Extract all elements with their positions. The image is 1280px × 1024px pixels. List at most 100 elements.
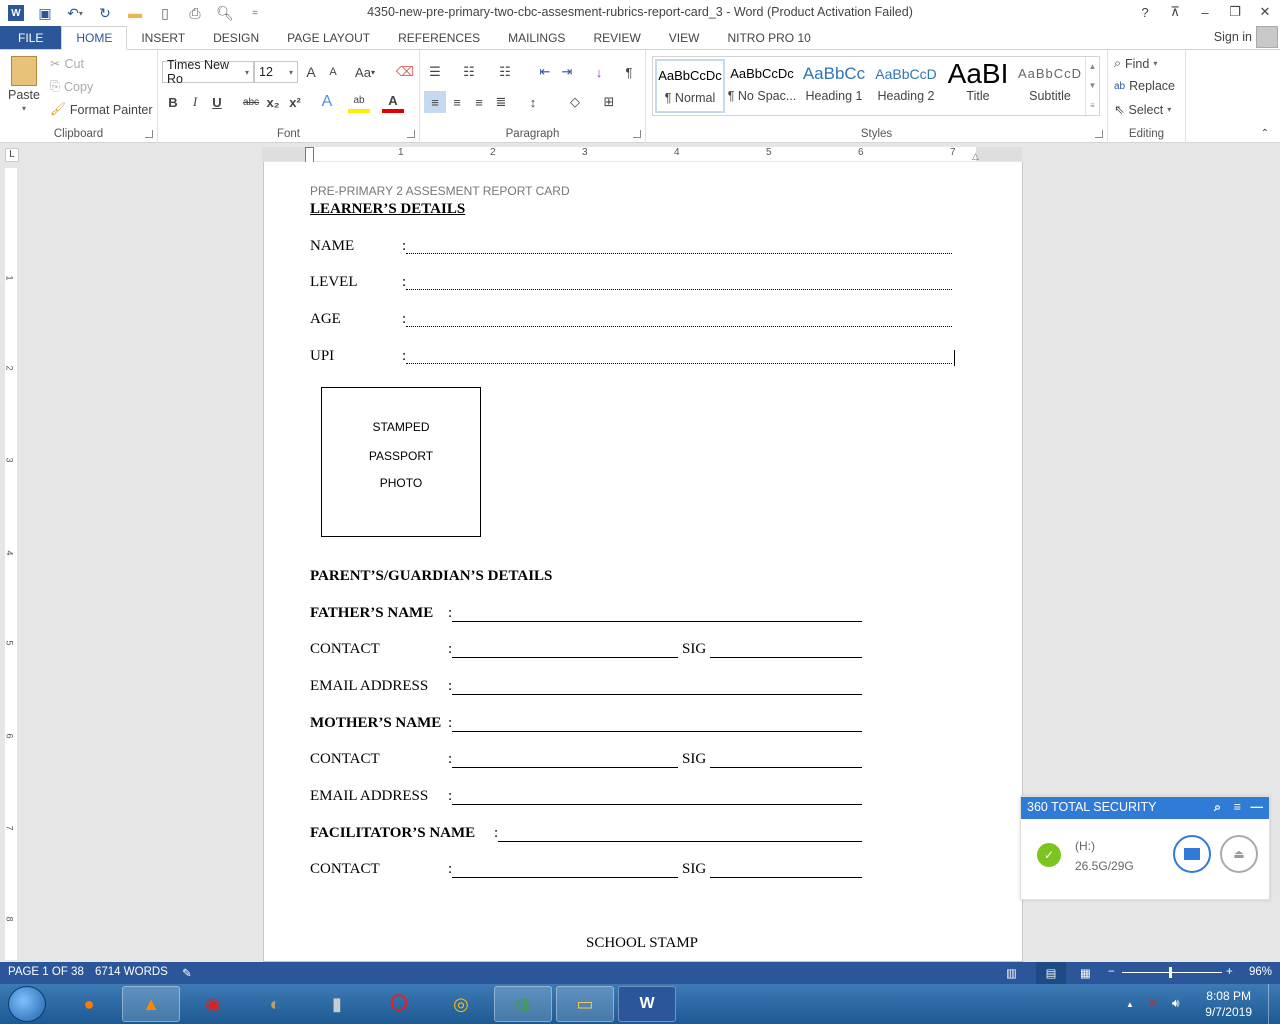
shading-button[interactable]: ◇ <box>564 91 586 113</box>
mother-email-field[interactable]: EMAIL ADDRESS : <box>310 788 960 808</box>
scroll-up-icon[interactable]: ▲ <box>1089 62 1097 71</box>
mother-contact-field[interactable]: CONTACT : SIG <box>310 751 960 771</box>
sort-button[interactable]: ↓ <box>588 61 610 83</box>
restore-button[interactable]: ❐ <box>1220 0 1250 24</box>
sign-in-link[interactable]: Sign in <box>1214 30 1252 44</box>
minimize-icon[interactable]: — <box>1251 800 1264 814</box>
network-disconnected-icon[interactable]: ✕ <box>1148 996 1158 1010</box>
multilevel-list-button[interactable]: ☷ <box>494 61 516 83</box>
print-preview-icon[interactable]: ⎙ <box>180 1 210 25</box>
read-mode-icon[interactable]: ▥ <box>1006 966 1017 980</box>
father-email-field[interactable]: EMAIL ADDRESS : <box>310 678 960 698</box>
tab-home[interactable]: HOME <box>61 26 128 50</box>
font-color-icon[interactable]: A <box>382 91 404 113</box>
bullets-button[interactable]: ☰ <box>424 61 446 83</box>
zoom-in-button[interactable]: + <box>1226 966 1233 978</box>
font-name-combo[interactable]: Times New Ro ▾ <box>162 58 254 86</box>
more-styles-icon[interactable]: ≡ <box>1090 101 1095 110</box>
cut-button[interactable]: ✂ Cut <box>50 56 84 72</box>
paste-button[interactable]: Paste ▾ <box>8 56 40 113</box>
tab-mailings[interactable]: MAILINGS <box>494 26 579 49</box>
font-size-combo[interactable]: 12 ▾ <box>254 61 298 83</box>
customize-qat-button[interactable]: = <box>240 1 270 25</box>
file-explorer-icon[interactable]: ▭ <box>556 986 614 1022</box>
superscript-button[interactable]: x² <box>284 91 306 113</box>
internet-download-manager-icon[interactable]: ◍ <box>494 986 552 1022</box>
paragraph-launcher-icon[interactable] <box>633 130 641 138</box>
justify-button[interactable]: ≣ <box>490 91 512 113</box>
learner-field-name[interactable]: NAME : <box>310 238 960 258</box>
chrome-icon[interactable]: ◎ <box>432 986 490 1022</box>
firefox-icon[interactable]: ● <box>60 986 118 1022</box>
tab-review[interactable]: REVIEW <box>579 26 654 49</box>
learner-field-age[interactable]: AGE : <box>310 311 960 331</box>
close-button[interactable]: ✕ <box>1250 0 1280 24</box>
open-folder-button[interactable] <box>1173 835 1211 873</box>
facilitator-name-field[interactable]: FACILITATOR’S NAME : <box>310 825 960 845</box>
tab-nitro-pro[interactable]: NITRO PRO 10 <box>713 26 824 49</box>
bold-button[interactable]: B <box>162 91 184 113</box>
father-name-field[interactable]: FATHER’S NAME : <box>310 605 960 625</box>
increase-indent-button[interactable]: ⇥ <box>556 61 578 83</box>
show-formatting-button[interactable]: ¶ <box>618 61 640 83</box>
right-indent-marker-icon[interactable]: △ <box>972 151 979 162</box>
copy-button[interactable]: ⎘ Copy <box>50 79 93 94</box>
word-taskbar-icon[interactable]: W <box>618 986 676 1022</box>
text-effects-icon[interactable]: A <box>316 91 338 113</box>
volume-icon[interactable]: 🔊︎ <box>1172 996 1180 1011</box>
change-case-button[interactable]: Aa ▾ <box>350 61 380 83</box>
zoom-slider-thumb[interactable] <box>1168 967 1172 978</box>
horizontal-ruler[interactable]: 1 2 3 4 5 6 7 △ <box>262 147 1022 165</box>
borders-button[interactable]: ⊞ <box>598 91 620 113</box>
save-icon[interactable]: ▣ <box>30 1 60 25</box>
learner-field-level[interactable]: LEVEL : <box>310 274 960 294</box>
italic-button[interactable]: I <box>184 91 206 113</box>
show-desktop-button[interactable] <box>1268 984 1280 1024</box>
clock[interactable]: 8:08 PM 9/7/2019 <box>1205 988 1252 1020</box>
eject-button[interactable]: ⏏ <box>1220 835 1258 873</box>
font-launcher-icon[interactable] <box>407 130 415 138</box>
select-button[interactable]: ⇖ Select ▾ <box>1114 102 1171 118</box>
ribbon-display-button[interactable]: ⊼ <box>1160 0 1190 24</box>
facilitator-contact-field[interactable]: CONTACT : SIG <box>310 861 960 881</box>
open-folder-icon[interactable]: ▬ <box>120 1 150 25</box>
video-camera-icon[interactable]: ▮ <box>308 986 366 1022</box>
opera-icon[interactable]: O <box>370 986 428 1022</box>
style-heading-1[interactable]: AaBbCc Heading 1 <box>799 59 869 113</box>
replace-button[interactable]: ab Replace <box>1114 79 1175 93</box>
line-spacing-button[interactable]: ↕ <box>522 91 544 113</box>
page-count[interactable]: PAGE 1 OF 38 <box>8 966 84 978</box>
scroll-down-icon[interactable]: ▼ <box>1089 81 1097 90</box>
media-player-icon[interactable]: ◐ <box>246 986 304 1022</box>
learner-field-upi[interactable]: UPI : <box>310 348 960 368</box>
tab-insert[interactable]: INSERT <box>127 26 199 49</box>
decrease-indent-button[interactable]: ⇤ <box>534 61 556 83</box>
document-page[interactable]: PRE-PRIMARY 2 ASSESMENT REPORT CARD LEAR… <box>263 162 1023 962</box>
style-no-spacing[interactable]: AaBbCcDc ¶ No Spac... <box>727 59 797 113</box>
clipboard-launcher-icon[interactable] <box>145 130 153 138</box>
style-normal[interactable]: AaBbCcDc ¶ Normal <box>655 59 725 113</box>
tab-page-layout[interactable]: PAGE LAYOUT <box>273 26 384 49</box>
zoom-slider[interactable] <box>1122 972 1222 973</box>
show-hidden-icons[interactable]: ▲ <box>1126 1000 1134 1009</box>
style-heading-2[interactable]: AaBbCcD Heading 2 <box>871 59 941 113</box>
strikethrough-button[interactable]: abc <box>240 91 262 113</box>
highlight-color-icon[interactable]: ab <box>348 91 370 113</box>
tab-file[interactable]: FILE <box>0 26 62 49</box>
vertical-ruler[interactable]: 1 2 3 4 5 6 7 8 <box>5 168 17 960</box>
grow-font-button[interactable]: A <box>300 61 322 83</box>
styles-launcher-icon[interactable] <box>1095 130 1103 138</box>
collapse-ribbon-icon[interactable]: ⌃ <box>1254 122 1276 144</box>
redo-button[interactable]: ↻ <box>90 1 120 25</box>
mother-name-field[interactable]: MOTHER’S NAME : <box>310 715 960 735</box>
zoom-preview-icon[interactable]: 🔍︎ <box>210 1 240 25</box>
help-button[interactable]: ? <box>1130 0 1160 24</box>
numbering-button[interactable]: ☷ <box>458 61 480 83</box>
search-icon[interactable]: ⌕ <box>1214 800 1221 815</box>
tab-selector[interactable]: L <box>5 148 19 162</box>
minimize-button[interactable]: – <box>1190 0 1220 24</box>
align-center-button[interactable]: ≡ <box>446 91 468 113</box>
proofing-icon[interactable]: ✎ <box>182 966 192 980</box>
subscript-button[interactable]: x₂ <box>262 91 284 113</box>
driver-booster-icon[interactable]: ◉ <box>184 986 242 1022</box>
